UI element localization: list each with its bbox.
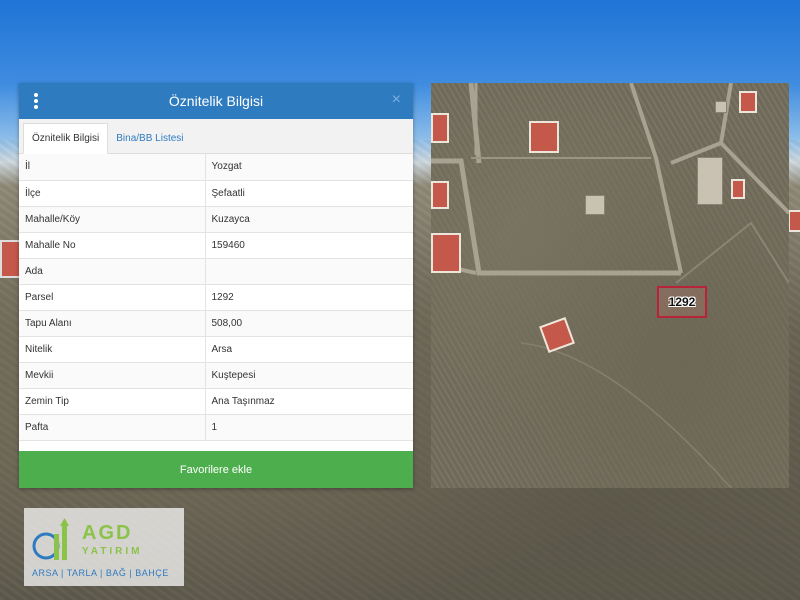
attribute-row: İl Yozgat xyxy=(19,154,413,181)
panel-title: Öznitelik Bilgisi xyxy=(168,93,264,109)
logo-title: AGD xyxy=(82,522,133,544)
agd-logo-icon xyxy=(32,518,69,560)
attribute-value: Ana Taşınmaz xyxy=(205,388,413,415)
attribute-row: İlçe Şefaatli xyxy=(19,180,413,207)
attribute-key: Nitelik xyxy=(19,336,206,363)
map-house-roof xyxy=(431,233,461,273)
attribute-row: Pafta 1 xyxy=(19,414,413,441)
tab-attribute-info[interactable]: Öznitelik Bilgisi xyxy=(23,123,109,154)
logo-tagline: ARSA | TARLA | BAĞ | BAHÇE xyxy=(32,568,169,578)
background-house xyxy=(788,210,800,232)
attribute-value: 1292 xyxy=(205,284,413,311)
map-house-roof xyxy=(431,181,449,209)
attribute-row: Tapu Alanı 508,00 xyxy=(19,310,413,337)
attribute-key: Mevkii xyxy=(19,362,206,389)
attribute-key: Zemin Tip xyxy=(19,388,206,415)
parcel-1292[interactable]: 1292 xyxy=(657,286,707,318)
attribute-value: 1 xyxy=(205,414,413,441)
attribute-key: İlçe xyxy=(19,180,206,207)
map-view[interactable]: 1292 xyxy=(431,83,789,488)
attribute-row: Mevkii Kuştepesi xyxy=(19,362,413,389)
kebab-menu-icon[interactable] xyxy=(33,93,39,109)
attribute-panel: Öznitelik Bilgisi × Öznitelik Bilgisi Bi… xyxy=(19,83,413,488)
map-roads xyxy=(431,83,789,488)
map-building xyxy=(697,157,723,205)
attribute-row: Parsel 1292 xyxy=(19,284,413,311)
attribute-key: İl xyxy=(19,154,206,181)
attribute-value: Kuştepesi xyxy=(205,362,413,389)
attribute-row: Ada xyxy=(19,258,413,285)
attribute-value: Şefaatli xyxy=(205,180,413,207)
attribute-value: Arsa xyxy=(205,336,413,363)
attribute-table: İl Yozgat İlçe Şefaatli Mahalle/Köy Kuzayca Ma… xyxy=(19,154,413,441)
close-icon[interactable]: × xyxy=(392,91,401,109)
tab-building-list[interactable]: Bina/BB Listesi xyxy=(108,124,191,153)
map-house-roof xyxy=(739,91,757,113)
tab-bar: Öznitelik Bilgisi Bina/BB Listesi xyxy=(19,119,413,154)
attribute-key: Mahalle No xyxy=(19,232,206,259)
agd-logo: AGD YATIRIM ARSA | TARLA | BAĞ | BAHÇE xyxy=(24,508,184,586)
attribute-row: Nitelik Arsa xyxy=(19,336,413,363)
attribute-value: Kuzayca xyxy=(205,206,413,233)
attribute-value: 159460 xyxy=(205,232,413,259)
attribute-key: Tapu Alanı xyxy=(19,310,206,337)
attribute-key: Pafta xyxy=(19,414,206,441)
attribute-key: Parsel xyxy=(19,284,206,311)
attribute-row: Mahalle/Köy Kuzayca xyxy=(19,206,413,233)
attribute-value: 508,00 xyxy=(205,310,413,337)
attribute-key: Mahalle/Köy xyxy=(19,206,206,233)
attribute-row: Mahalle No 159460 xyxy=(19,232,413,259)
parcel-label: 1292 xyxy=(668,295,696,309)
map-house-roof xyxy=(731,179,745,199)
map-building xyxy=(715,101,727,113)
add-to-favorites-button[interactable]: Favorilere ekle xyxy=(19,451,413,488)
logo-subtitle: YATIRIM xyxy=(82,546,143,557)
panel-header: Öznitelik Bilgisi × xyxy=(19,83,413,119)
map-building xyxy=(585,195,605,215)
map-house-roof xyxy=(529,121,559,153)
map-house-roof xyxy=(431,113,449,143)
attribute-value xyxy=(205,258,413,285)
attribute-value: Yozgat xyxy=(205,154,413,181)
attribute-row: Zemin Tip Ana Taşınmaz xyxy=(19,388,413,415)
attribute-key: Ada xyxy=(19,258,206,285)
